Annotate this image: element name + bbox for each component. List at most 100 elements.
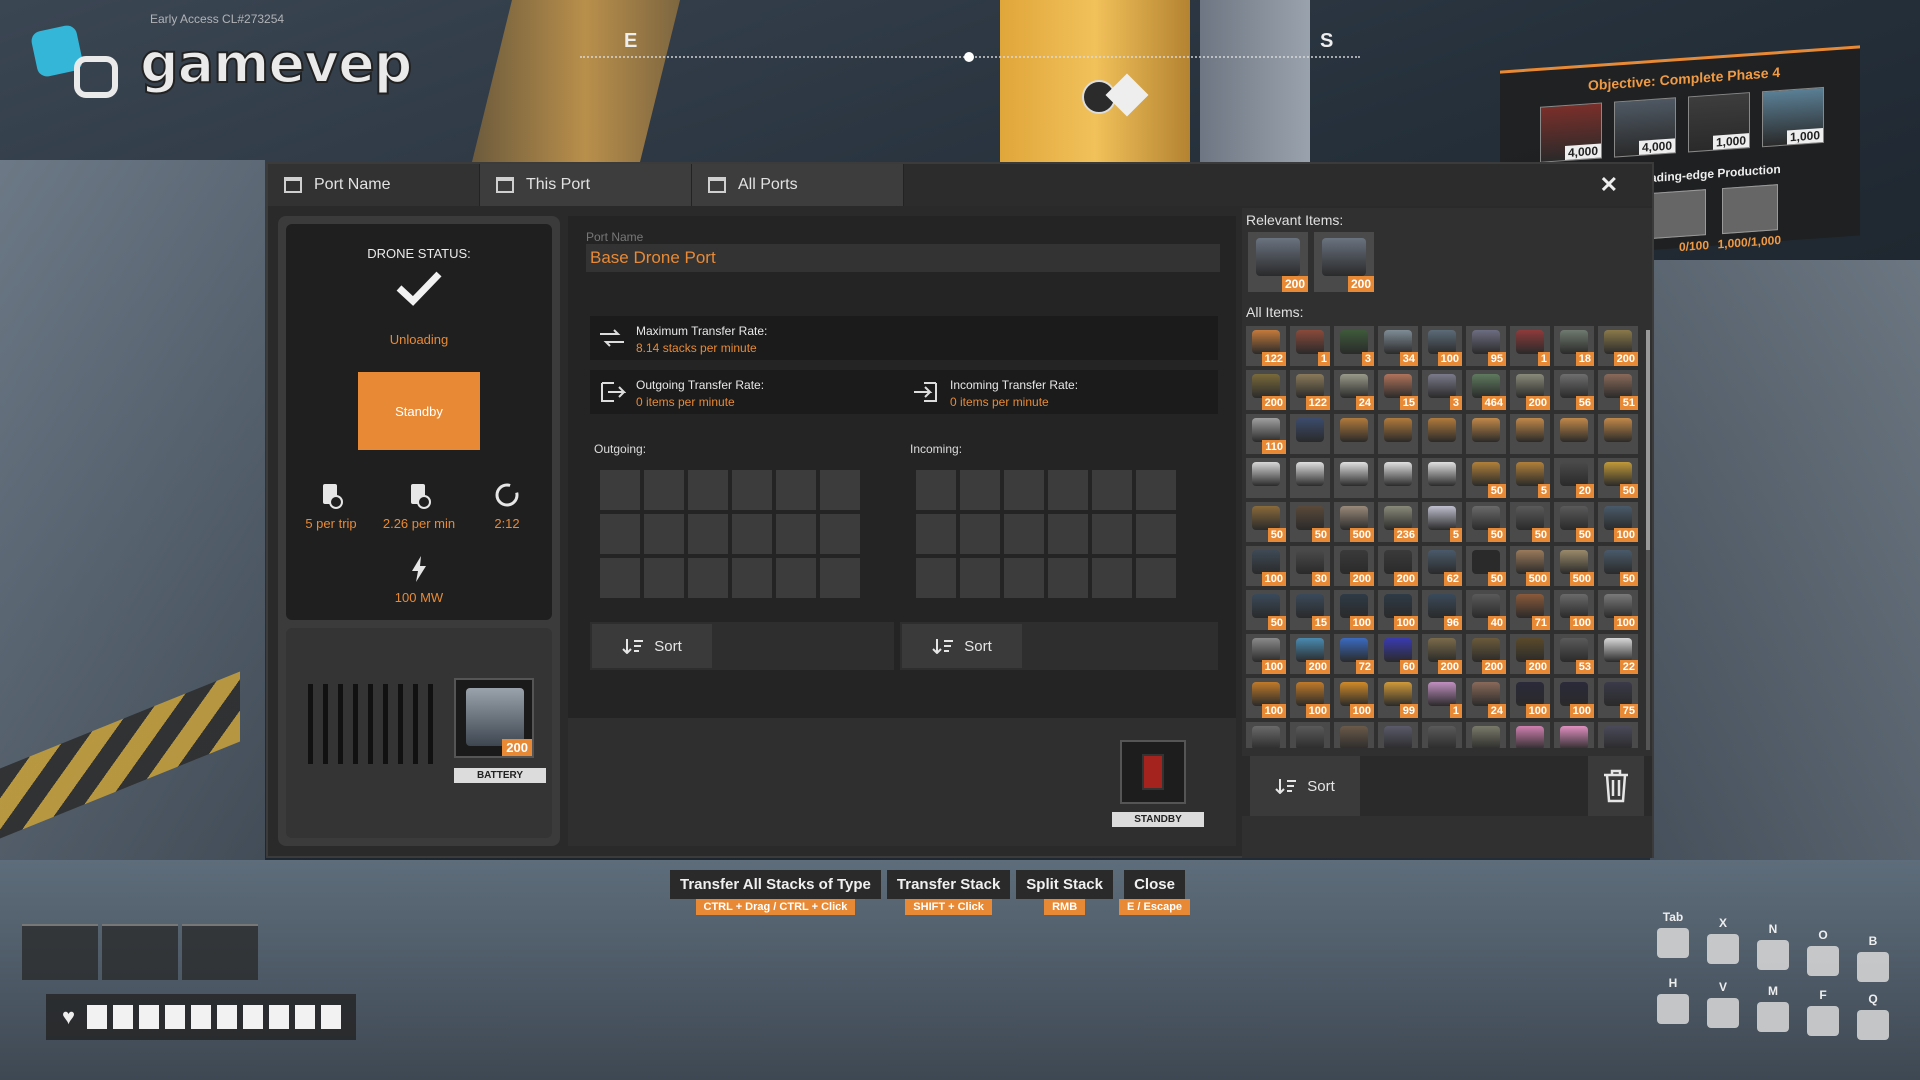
outgoing-slot[interactable] [732, 514, 772, 554]
outgoing-slot[interactable] [688, 558, 728, 598]
inventory-slot[interactable]: 24 [1466, 678, 1506, 718]
incoming-slot[interactable] [960, 470, 1000, 510]
shortcut-x[interactable]: X [1700, 916, 1746, 970]
incoming-slot[interactable] [1004, 514, 1044, 554]
outgoing-slot[interactable] [732, 470, 772, 510]
inventory-slot[interactable]: 62 [1422, 546, 1462, 586]
incoming-slot[interactable] [916, 558, 956, 598]
inventory-slot[interactable]: 95 [1466, 326, 1506, 366]
incoming-slot[interactable] [960, 514, 1000, 554]
inventory-slot[interactable]: 500 [1554, 546, 1594, 586]
outgoing-slot[interactable] [600, 470, 640, 510]
inventory-slot[interactable]: 60 [1378, 634, 1418, 674]
incoming-slot[interactable] [1136, 514, 1176, 554]
inventory-slot[interactable]: 200 [1334, 546, 1374, 586]
hotbar-slot[interactable] [102, 924, 178, 980]
inventory-slot[interactable]: 50 [1466, 546, 1506, 586]
inventory-slot[interactable]: 50 [1554, 502, 1594, 542]
outgoing-slot[interactable] [776, 514, 816, 554]
outgoing-slot[interactable] [776, 470, 816, 510]
inventory-slot[interactable]: 100 [1378, 722, 1418, 748]
inventory-slot[interactable] [1246, 458, 1286, 498]
inventory-slot[interactable]: 50 [1598, 458, 1638, 498]
inventory-slot[interactable] [1378, 458, 1418, 498]
inventory-slot[interactable]: 50 [1466, 502, 1506, 542]
inventory-slot[interactable]: 50 [1246, 502, 1286, 542]
inventory-slot[interactable] [1334, 458, 1374, 498]
inventory-slot[interactable]: 100 [1334, 590, 1374, 630]
inventory-slot[interactable]: 100 [1422, 326, 1462, 366]
inventory-slot[interactable] [1554, 414, 1594, 454]
inventory-slot[interactable]: 71 [1510, 590, 1550, 630]
inventory-slot[interactable]: 6 [1246, 722, 1286, 748]
outgoing-slot[interactable] [600, 558, 640, 598]
outgoing-slot[interactable] [644, 558, 684, 598]
inventory-slot[interactable]: 122 [1246, 326, 1286, 366]
shortcut-f[interactable]: F [1800, 988, 1846, 1042]
shortcut-tab[interactable]: Tab [1650, 910, 1696, 964]
inventory-slot[interactable]: 100 [1334, 678, 1374, 718]
outgoing-slot[interactable] [820, 558, 860, 598]
relevant-slot[interactable]: 200 [1314, 232, 1374, 292]
outgoing-slot[interactable] [820, 514, 860, 554]
battery-slot[interactable]: 200 [454, 678, 534, 758]
inventory-slot[interactable]: 1 [1290, 326, 1330, 366]
tab-port-name[interactable]: Port Name [268, 164, 480, 206]
incoming-slot[interactable] [916, 514, 956, 554]
shortcut-b[interactable]: B [1850, 934, 1896, 988]
inventory-slot[interactable]: 122 [1290, 370, 1330, 410]
inventory-slot[interactable]: 464 [1466, 370, 1506, 410]
inventory-slot[interactable]: 40 [1466, 590, 1506, 630]
incoming-slot[interactable] [1004, 470, 1044, 510]
outgoing-slot[interactable] [688, 470, 728, 510]
inventory-slot[interactable]: 72 [1334, 634, 1374, 674]
inventory-slot[interactable]: 100 [1510, 722, 1550, 748]
inventory-slot[interactable]: 50 [1466, 458, 1506, 498]
tab-all-ports[interactable]: All Ports [692, 164, 904, 206]
inventory-slot[interactable]: 50 [1246, 590, 1286, 630]
inventory-slot[interactable]: 24 [1334, 370, 1374, 410]
shortcut-h[interactable]: H [1650, 976, 1696, 1030]
inventory-slot[interactable]: 34 [1378, 326, 1418, 366]
inventory-slot[interactable]: 500 [1510, 546, 1550, 586]
inventory-slot[interactable]: 200 [1378, 546, 1418, 586]
tab-this-port[interactable]: This Port [480, 164, 692, 206]
inventory-slot[interactable]: 100 [1246, 546, 1286, 586]
inventory-slot[interactable]: 100 [1598, 590, 1638, 630]
inventory-sort-button[interactable]: Sort [1250, 756, 1360, 816]
inventory-slot[interactable]: 110 [1246, 414, 1286, 454]
inventory-scrollbar[interactable] [1646, 330, 1650, 750]
incoming-slot[interactable] [1048, 470, 1088, 510]
outgoing-slot[interactable] [820, 470, 860, 510]
outgoing-slot[interactable] [600, 514, 640, 554]
incoming-slot[interactable] [1136, 470, 1176, 510]
inventory-slot[interactable]: 56 [1554, 370, 1594, 410]
inventory-slot[interactable]: 50 [1598, 546, 1638, 586]
inventory-slot[interactable]: 236 [1378, 502, 1418, 542]
inventory-slot[interactable]: 5 [1510, 458, 1550, 498]
relevant-slot[interactable]: 200 [1248, 232, 1308, 292]
incoming-slot[interactable] [1136, 558, 1176, 598]
inventory-slot[interactable]: 6 [1554, 722, 1594, 748]
inventory-slot[interactable] [1290, 458, 1330, 498]
inventory-slot[interactable]: 3 [1334, 326, 1374, 366]
inventory-slot[interactable]: 53 [1554, 634, 1594, 674]
inventory-slot[interactable]: 500 [1334, 502, 1374, 542]
inventory-slot[interactable]: 1 [1510, 326, 1550, 366]
inventory-slot[interactable]: 3 [1422, 722, 1462, 748]
inventory-slot[interactable]: 100 [1290, 678, 1330, 718]
shortcut-o[interactable]: O [1800, 928, 1846, 982]
close-icon[interactable]: ✕ [1600, 172, 1618, 198]
inventory-slot[interactable]: 3 [1422, 370, 1462, 410]
outgoing-slot[interactable] [688, 514, 728, 554]
standby-button[interactable]: Standby [358, 372, 480, 450]
standby-switch[interactable] [1120, 740, 1186, 804]
incoming-slot[interactable] [1048, 558, 1088, 598]
inventory-slot[interactable] [1378, 414, 1418, 454]
inventory-slot[interactable]: 100 [1290, 722, 1330, 748]
inventory-slot[interactable]: 100 [1598, 502, 1638, 542]
shortcut-m[interactable]: M [1750, 984, 1796, 1038]
inventory-slot[interactable]: 20 [1554, 458, 1594, 498]
inventory-slot[interactable]: 100 [1554, 678, 1594, 718]
inventory-slot[interactable]: 200 [1510, 634, 1550, 674]
